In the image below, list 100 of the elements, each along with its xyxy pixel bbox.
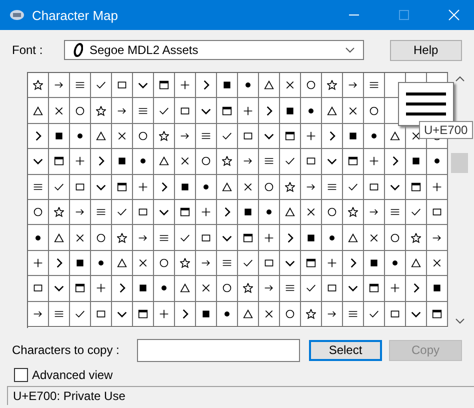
character-cell[interactable] <box>238 276 259 302</box>
character-cell[interactable] <box>154 302 175 327</box>
character-cell[interactable] <box>70 124 91 150</box>
character-cell[interactable] <box>385 250 406 276</box>
character-cell[interactable] <box>196 124 217 150</box>
character-cell[interactable] <box>70 276 91 302</box>
character-cell[interactable] <box>91 276 112 302</box>
character-cell[interactable] <box>196 250 217 276</box>
character-cell[interactable] <box>28 250 49 276</box>
character-cell[interactable] <box>154 200 175 226</box>
character-cell[interactable] <box>301 250 322 276</box>
character-cell[interactable] <box>175 174 196 200</box>
character-cell[interactable] <box>301 124 322 150</box>
scroll-thumb[interactable] <box>451 153 468 173</box>
character-cell[interactable] <box>364 250 385 276</box>
character-cell[interactable] <box>385 302 406 327</box>
character-cell[interactable] <box>364 302 385 327</box>
character-cell[interactable] <box>385 200 406 226</box>
character-cell[interactable] <box>49 73 70 98</box>
character-cell[interactable] <box>406 276 427 302</box>
character-cell[interactable] <box>364 174 385 200</box>
character-cell[interactable] <box>217 73 238 98</box>
character-cell[interactable] <box>238 124 259 150</box>
character-cell[interactable] <box>112 225 133 251</box>
character-cell[interactable] <box>238 302 259 327</box>
character-cell[interactable] <box>49 124 70 150</box>
character-cell[interactable] <box>259 200 280 226</box>
character-cell[interactable] <box>238 200 259 226</box>
character-cell[interactable] <box>28 302 49 327</box>
character-cell[interactable] <box>385 174 406 200</box>
character-cell[interactable] <box>406 149 427 175</box>
character-cell[interactable] <box>343 174 364 200</box>
character-cell[interactable] <box>196 98 217 124</box>
character-cell[interactable] <box>112 98 133 124</box>
character-cell[interactable] <box>112 250 133 276</box>
character-cell[interactable] <box>175 302 196 327</box>
character-cell[interactable] <box>112 276 133 302</box>
character-cell[interactable] <box>322 73 343 98</box>
character-cell[interactable] <box>322 200 343 226</box>
scroll-down-icon[interactable] <box>454 318 464 324</box>
character-cell[interactable] <box>259 250 280 276</box>
character-cell[interactable] <box>322 250 343 276</box>
character-cell[interactable] <box>28 98 49 124</box>
character-cell[interactable] <box>70 250 91 276</box>
character-cell[interactable] <box>112 124 133 150</box>
character-cell[interactable] <box>175 200 196 226</box>
character-cell[interactable] <box>70 73 91 98</box>
character-cell[interactable] <box>49 149 70 175</box>
character-cell[interactable] <box>322 174 343 200</box>
character-cell[interactable] <box>280 276 301 302</box>
character-cell[interactable] <box>343 73 364 98</box>
character-cell[interactable] <box>280 200 301 226</box>
character-cell[interactable] <box>364 276 385 302</box>
character-cell[interactable] <box>427 302 448 327</box>
character-cell[interactable] <box>112 200 133 226</box>
character-cell[interactable] <box>301 174 322 200</box>
character-cell[interactable] <box>238 73 259 98</box>
character-cell[interactable] <box>427 250 448 276</box>
character-cell[interactable] <box>427 174 448 200</box>
character-cell[interactable] <box>280 225 301 251</box>
character-cell[interactable] <box>154 149 175 175</box>
character-cell[interactable] <box>133 174 154 200</box>
character-cell[interactable] <box>196 73 217 98</box>
character-cell[interactable] <box>112 174 133 200</box>
character-cell[interactable] <box>133 302 154 327</box>
character-cell[interactable] <box>406 302 427 327</box>
character-cell[interactable] <box>91 200 112 226</box>
character-cell[interactable] <box>175 225 196 251</box>
character-cell[interactable] <box>406 200 427 226</box>
character-cell[interactable] <box>238 250 259 276</box>
character-cell[interactable] <box>238 174 259 200</box>
help-button[interactable]: Help <box>390 40 462 60</box>
character-cell[interactable] <box>322 225 343 251</box>
character-cell[interactable] <box>154 174 175 200</box>
character-cell[interactable] <box>49 225 70 251</box>
character-cell[interactable] <box>133 225 154 251</box>
character-cell[interactable] <box>343 98 364 124</box>
font-dropdown[interactable]: Segoe MDL2 Assets <box>64 40 364 60</box>
character-cell[interactable] <box>196 225 217 251</box>
character-cell[interactable] <box>406 250 427 276</box>
character-cell[interactable] <box>175 98 196 124</box>
character-cell[interactable] <box>364 149 385 175</box>
character-cell[interactable] <box>406 225 427 251</box>
character-cell[interactable] <box>322 98 343 124</box>
character-cell[interactable] <box>112 149 133 175</box>
character-cell[interactable] <box>28 149 49 175</box>
character-cell[interactable] <box>175 276 196 302</box>
character-cell[interactable] <box>175 73 196 98</box>
character-cell[interactable] <box>154 225 175 251</box>
character-cell[interactable] <box>427 200 448 226</box>
character-cell[interactable] <box>301 98 322 124</box>
character-cell[interactable] <box>70 174 91 200</box>
character-cell[interactable] <box>133 276 154 302</box>
character-cell[interactable] <box>364 200 385 226</box>
character-cell[interactable] <box>112 73 133 98</box>
character-cell[interactable] <box>259 124 280 150</box>
character-cell[interactable] <box>217 302 238 327</box>
character-cell[interactable] <box>301 276 322 302</box>
character-cell[interactable] <box>238 98 259 124</box>
character-cell[interactable] <box>217 98 238 124</box>
